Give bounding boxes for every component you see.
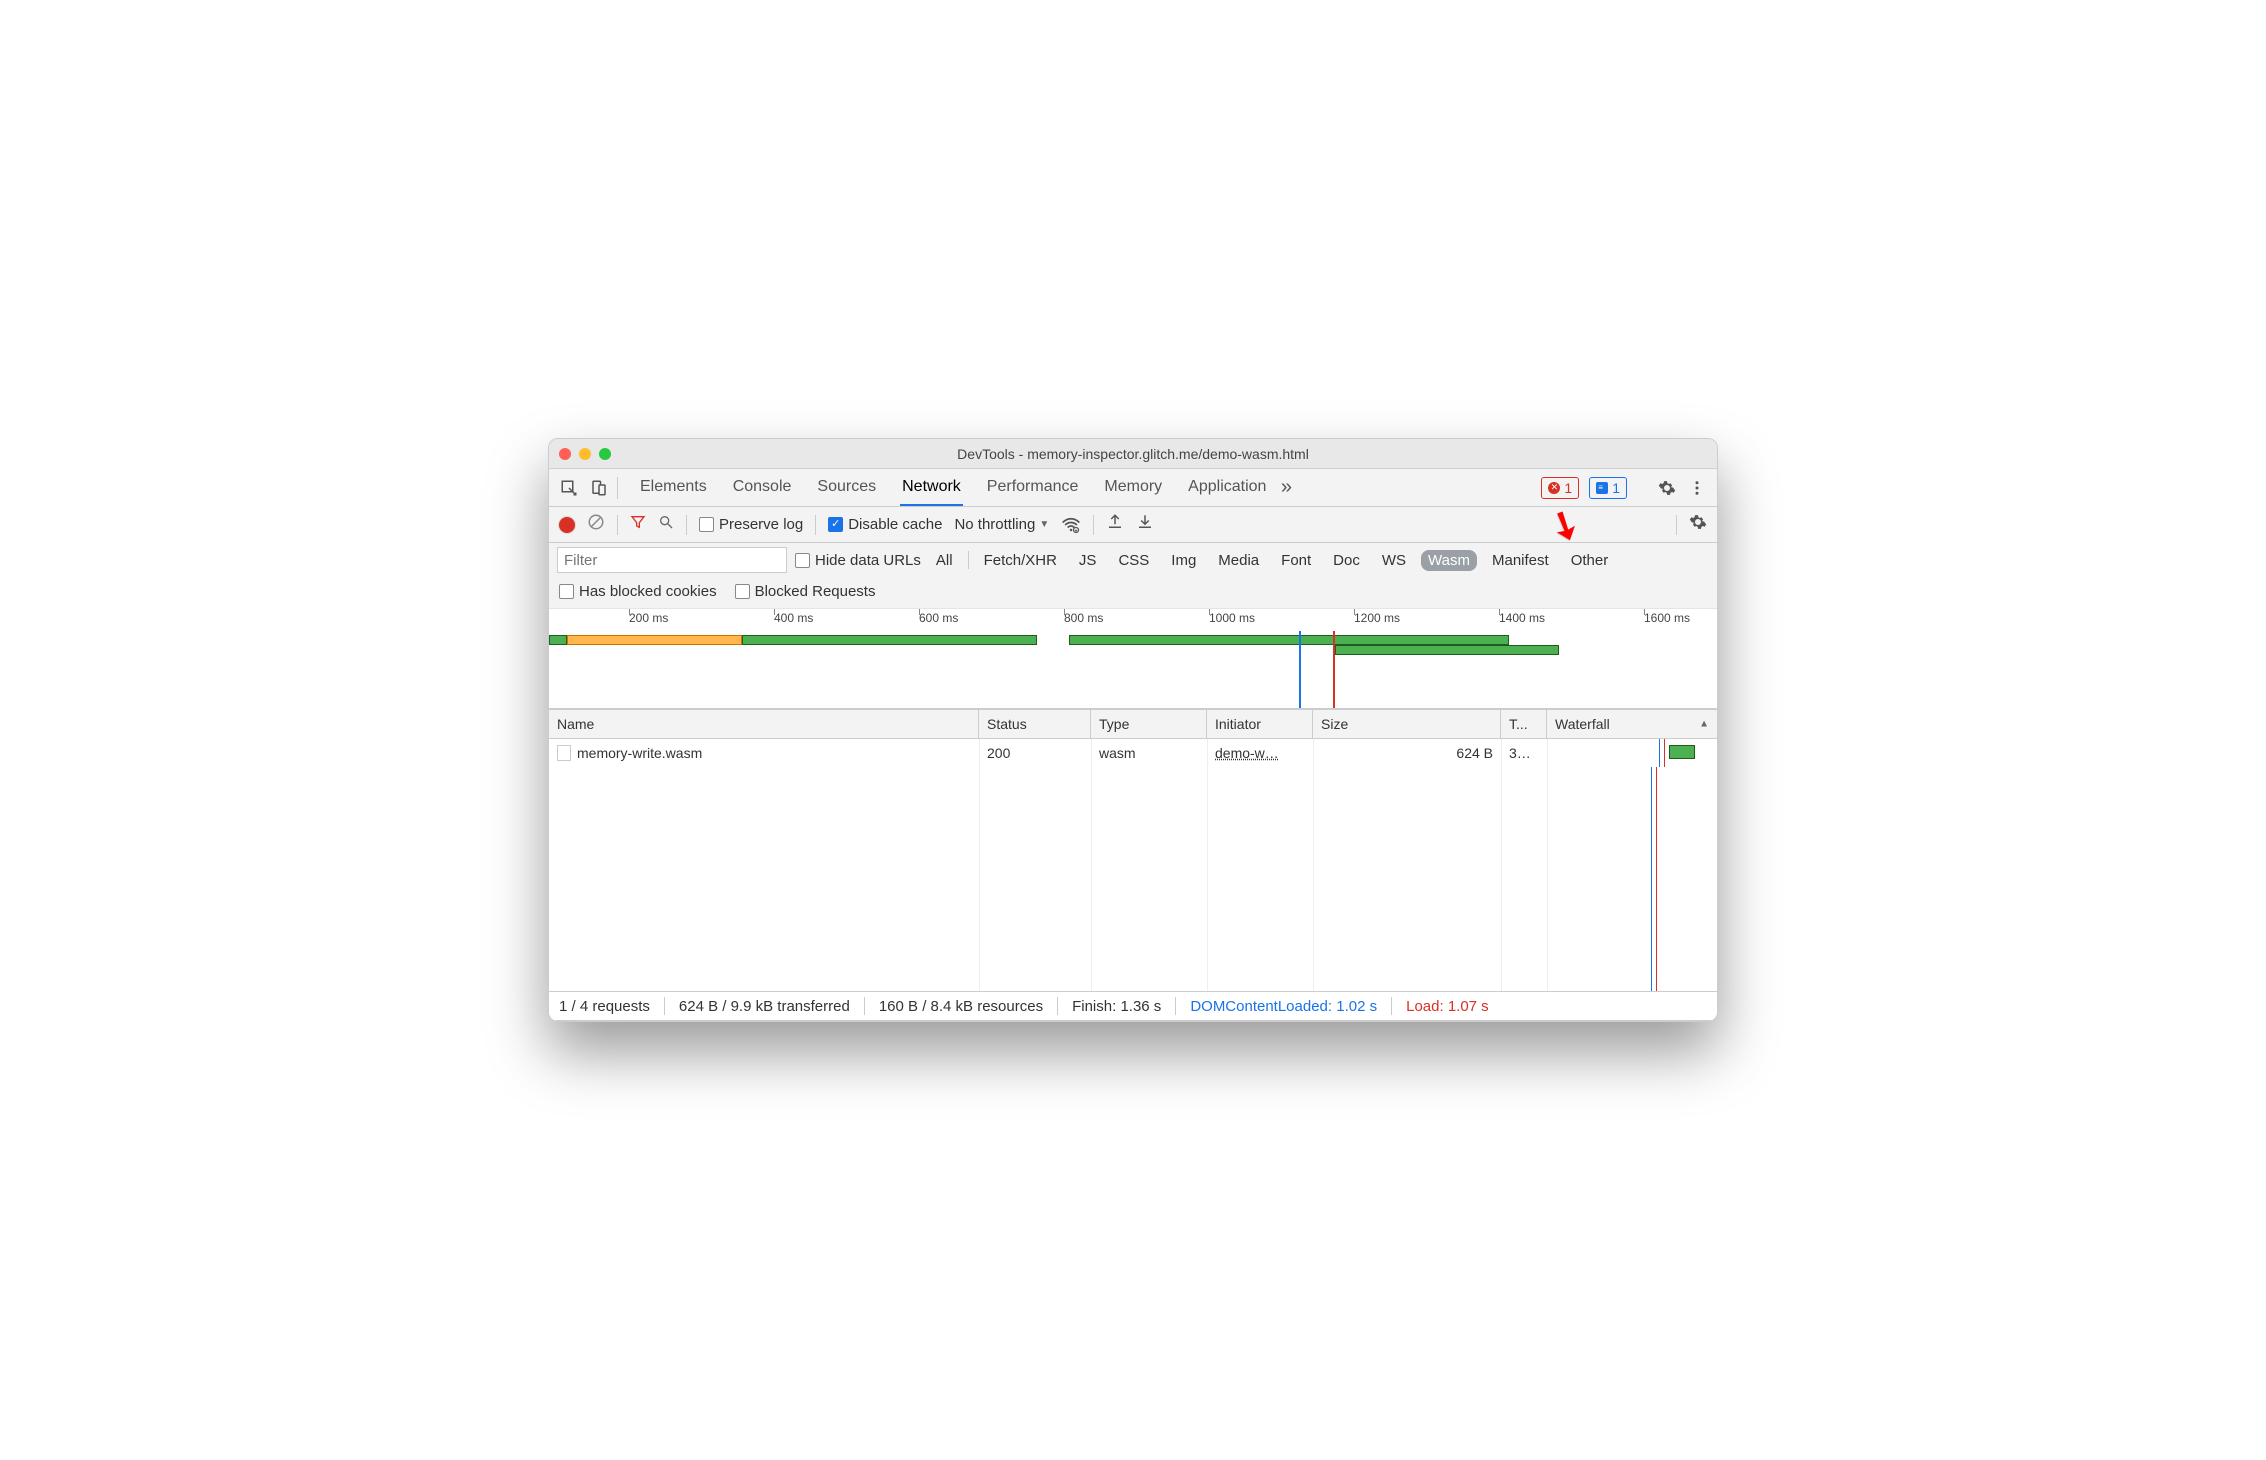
type-filter-img[interactable]: Img xyxy=(1164,550,1203,571)
status-load: Load: 1.07 s xyxy=(1406,998,1489,1015)
type-filter-fetchxhr[interactable]: Fetch/XHR xyxy=(977,550,1064,571)
hide-data-urls-checkbox[interactable]: Hide data URLs xyxy=(795,552,921,569)
request-status: 200 xyxy=(979,739,1091,767)
tab-memory[interactable]: Memory xyxy=(1102,470,1164,505)
type-filter-font[interactable]: Font xyxy=(1274,550,1318,571)
blocked-requests-checkbox[interactable]: Blocked Requests xyxy=(735,583,876,600)
more-tabs-icon[interactable]: » xyxy=(1274,476,1298,500)
maximize-window-button[interactable] xyxy=(599,448,611,460)
col-header-size[interactable]: Size xyxy=(1313,710,1501,738)
request-initiator[interactable]: demo-w… xyxy=(1215,745,1279,761)
table-header: Name Status Type Initiator Size T... Wat… xyxy=(549,709,1717,739)
close-window-button[interactable] xyxy=(559,448,571,460)
tab-sources[interactable]: Sources xyxy=(815,470,878,505)
network-toolbar: Preserve log Disable cache No throttling… xyxy=(549,507,1717,543)
type-filter-media[interactable]: Media xyxy=(1211,550,1266,571)
col-header-waterfall[interactable]: Waterfall ▲ xyxy=(1547,710,1717,738)
network-settings-icon[interactable] xyxy=(1689,513,1707,537)
overview-bar xyxy=(1335,645,1559,655)
message-icon: ≡ xyxy=(1596,482,1608,494)
request-time: 3… xyxy=(1501,739,1547,767)
filter-input[interactable] xyxy=(557,547,787,573)
record-button[interactable] xyxy=(559,517,575,533)
filter-bar: Hide data URLs All Fetch/XHR JS CSS Img … xyxy=(549,543,1717,609)
type-filter-other[interactable]: Other xyxy=(1564,550,1616,571)
table-body: memory-write.wasm 200 wasm demo-w… 624 B… xyxy=(549,739,1717,991)
window-title: DevTools - memory-inspector.glitch.me/de… xyxy=(957,446,1309,462)
blocked-cookies-checkbox[interactable]: Has blocked cookies xyxy=(559,583,717,600)
error-circle-icon: ✕ xyxy=(1548,482,1560,494)
request-size: 624 B xyxy=(1313,739,1501,767)
type-filter-all[interactable]: All xyxy=(929,550,960,571)
clear-icon[interactable] xyxy=(587,513,605,537)
status-requests: 1 / 4 requests xyxy=(559,998,650,1015)
request-name: memory-write.wasm xyxy=(577,745,702,761)
devtools-window: ➘ DevTools - memory-inspector.glitch.me/… xyxy=(548,438,1718,1022)
tab-elements[interactable]: Elements xyxy=(638,470,709,505)
waterfall-bar xyxy=(1555,739,1709,767)
file-icon xyxy=(557,745,571,761)
type-filter-wasm[interactable]: Wasm xyxy=(1421,550,1477,571)
overview-timeline[interactable]: 200 ms 400 ms 600 ms 800 ms 1000 ms 1200… xyxy=(549,609,1717,709)
status-bar: 1 / 4 requests 624 B / 9.9 kB transferre… xyxy=(549,991,1717,1021)
type-filter-doc[interactable]: Doc xyxy=(1326,550,1367,571)
minimize-window-button[interactable] xyxy=(579,448,591,460)
table-row[interactable]: memory-write.wasm 200 wasm demo-w… 624 B… xyxy=(549,739,1717,767)
status-finish: Finish: 1.36 s xyxy=(1072,998,1161,1015)
col-header-initiator[interactable]: Initiator xyxy=(1207,710,1313,738)
kebab-menu-icon[interactable] xyxy=(1685,476,1709,500)
errors-badge[interactable]: ✕ 1 xyxy=(1541,477,1579,499)
status-transferred: 624 B / 9.9 kB transferred xyxy=(679,998,850,1015)
tab-performance[interactable]: Performance xyxy=(985,470,1081,505)
search-icon[interactable] xyxy=(658,513,674,536)
export-har-icon[interactable] xyxy=(1106,513,1124,537)
import-har-icon[interactable] xyxy=(1136,513,1154,537)
type-filter-css[interactable]: CSS xyxy=(1111,550,1156,571)
settings-icon[interactable] xyxy=(1655,476,1679,500)
request-type: wasm xyxy=(1091,739,1207,767)
col-header-name[interactable]: Name xyxy=(549,710,979,738)
filter-icon[interactable] xyxy=(630,513,646,536)
network-conditions-icon[interactable] xyxy=(1061,515,1081,535)
overview-bar xyxy=(567,635,742,645)
device-toggle-icon[interactable] xyxy=(587,476,611,500)
overview-bar xyxy=(1069,635,1509,645)
titlebar: DevTools - memory-inspector.glitch.me/de… xyxy=(549,439,1717,469)
tab-console[interactable]: Console xyxy=(731,470,794,505)
sort-arrow-icon: ▲ xyxy=(1699,719,1709,730)
type-filter-ws[interactable]: WS xyxy=(1375,550,1413,571)
throttling-dropdown[interactable]: No throttling ▼ xyxy=(954,516,1049,533)
status-resources: 160 B / 8.4 kB resources xyxy=(879,998,1043,1015)
traffic-lights xyxy=(559,448,611,460)
dcl-marker xyxy=(1299,631,1301,708)
main-tab-bar: Elements Console Sources Network Perform… xyxy=(549,469,1717,507)
col-header-status[interactable]: Status xyxy=(979,710,1091,738)
tab-network[interactable]: Network xyxy=(900,470,963,506)
tab-application[interactable]: Application xyxy=(1186,470,1268,505)
preserve-log-checkbox[interactable]: Preserve log xyxy=(699,516,803,533)
col-header-type[interactable]: Type xyxy=(1091,710,1207,738)
messages-badge[interactable]: ≡ 1 xyxy=(1589,477,1627,499)
type-filter-js[interactable]: JS xyxy=(1072,550,1104,571)
load-marker xyxy=(1333,631,1335,708)
col-header-time[interactable]: T... xyxy=(1501,710,1547,738)
type-filter-manifest[interactable]: Manifest xyxy=(1485,550,1556,571)
disable-cache-checkbox[interactable]: Disable cache xyxy=(828,516,942,533)
overview-bar xyxy=(549,635,567,645)
overview-bar xyxy=(742,635,1037,645)
status-dcl: DOMContentLoaded: 1.02 s xyxy=(1190,998,1377,1015)
inspect-icon[interactable] xyxy=(557,476,581,500)
